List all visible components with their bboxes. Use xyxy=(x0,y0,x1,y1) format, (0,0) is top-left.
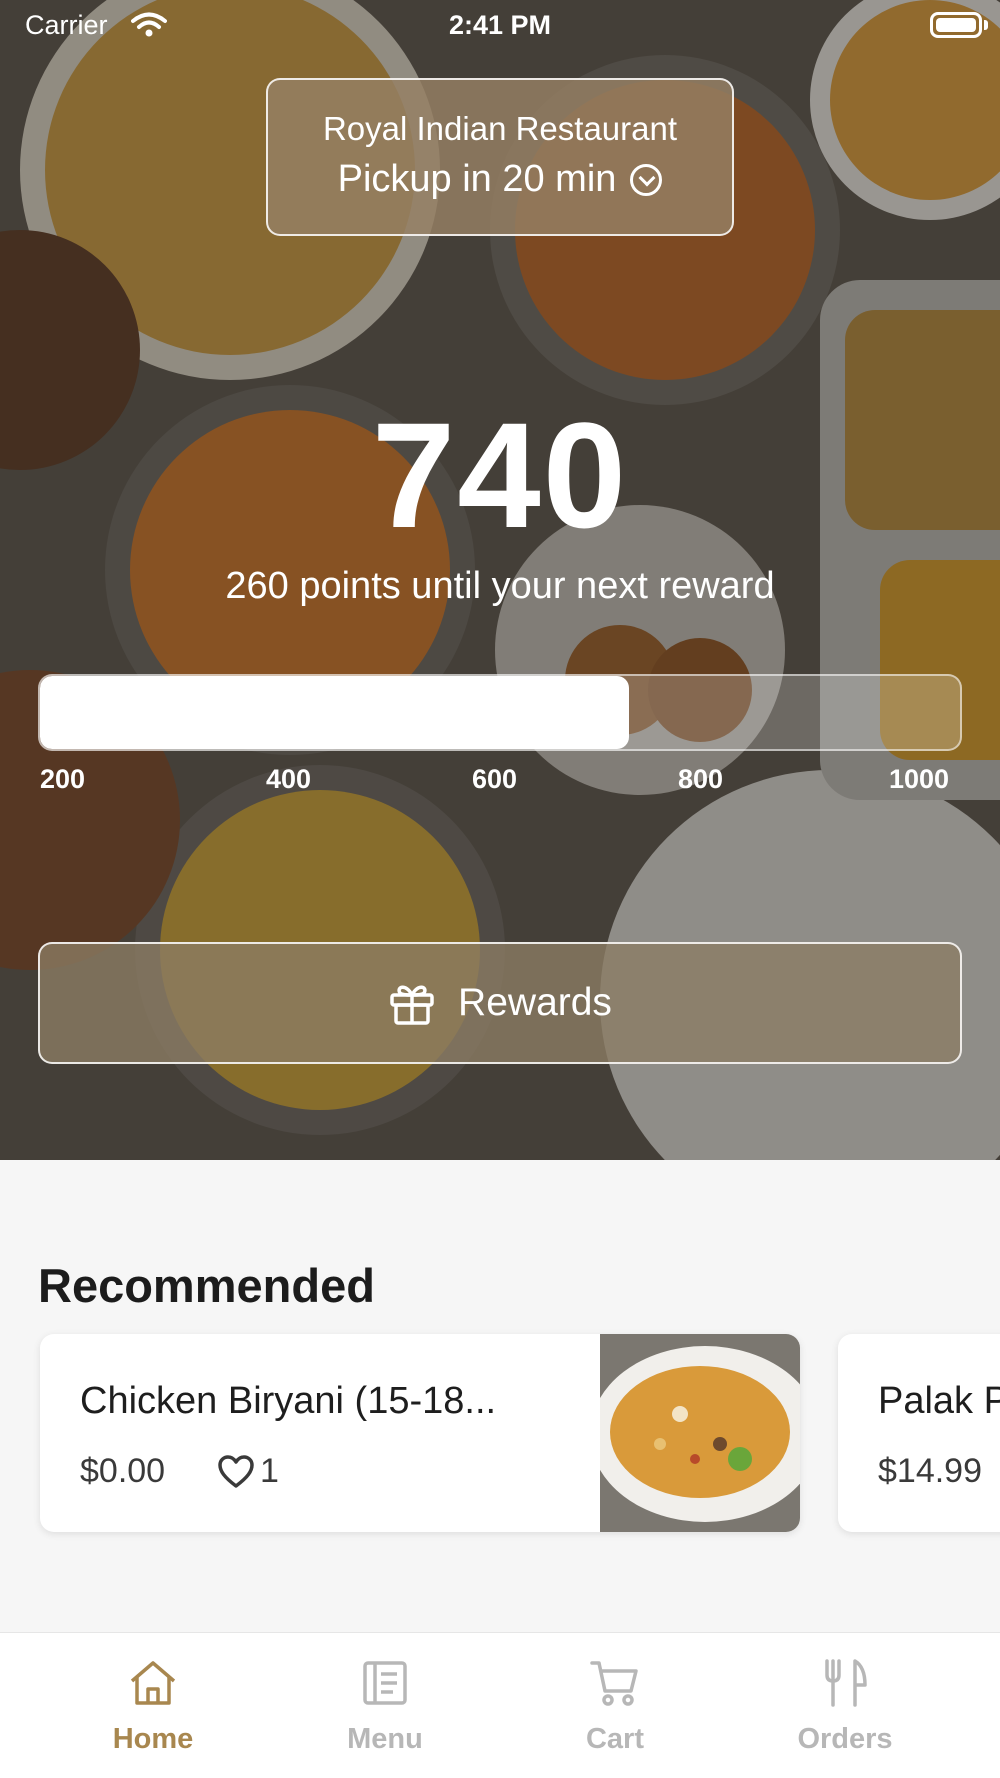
recommended-item-card[interactable]: Palak P $14.99 xyxy=(838,1334,1000,1532)
hero-banner: Carrier 2:41 PM Royal Indian Restaurant … xyxy=(0,0,1000,1160)
status-bar: Carrier 2:41 PM xyxy=(0,0,1000,52)
utensils-icon xyxy=(825,1659,867,1707)
progress-tick: 400 xyxy=(266,764,312,794)
item-thumbnail-image xyxy=(600,1334,800,1532)
tab-home-label: Home xyxy=(112,1723,194,1755)
heart-icon xyxy=(218,1454,254,1488)
item-price: $0.00 xyxy=(80,1452,166,1490)
recommended-heading: Recommended xyxy=(38,1259,375,1312)
rewards-progress-fill xyxy=(40,676,629,749)
home-icon xyxy=(130,1661,176,1705)
recommended-item-card[interactable]: Chicken Biryani (15-18... $0.00 1 xyxy=(40,1334,800,1532)
tab-menu[interactable]: Menu xyxy=(285,1633,485,1778)
bottom-tab-bar: Home Menu Cart Orders xyxy=(0,1632,1000,1778)
clock-time: 2:41 PM xyxy=(448,10,552,40)
like-button[interactable]: 1 xyxy=(218,1452,279,1491)
chevron-circle-icon xyxy=(630,163,663,196)
points-balance: 740 xyxy=(371,391,629,559)
tab-cart-label: Cart xyxy=(585,1723,644,1755)
rewards-progress-bar xyxy=(38,674,962,751)
tab-menu-label: Menu xyxy=(347,1723,423,1755)
rewards-button[interactable]: Rewards xyxy=(38,942,962,1064)
progress-tick: 800 xyxy=(678,764,724,794)
progress-tick: 1000 xyxy=(889,764,950,794)
progress-tick: 200 xyxy=(40,764,86,794)
rewards-button-label: Rewards xyxy=(458,981,612,1024)
tab-cart[interactable]: Cart xyxy=(515,1633,715,1778)
tab-home[interactable]: Home xyxy=(53,1633,253,1778)
points-remaining-caption: 260 points until your next reward xyxy=(225,565,775,607)
menu-icon xyxy=(363,1661,407,1705)
battery-tip xyxy=(984,20,988,30)
like-count: 1 xyxy=(260,1452,279,1490)
gift-icon xyxy=(390,985,434,1025)
cart-icon xyxy=(590,1661,638,1706)
item-name: Palak P xyxy=(878,1380,1000,1422)
battery-icon xyxy=(930,12,982,38)
location-selector[interactable]: Royal Indian Restaurant Pickup in 20 min xyxy=(266,78,734,236)
pickup-time-row: Pickup in 20 min xyxy=(268,158,732,201)
restaurant-name: Royal Indian Restaurant xyxy=(322,110,678,147)
item-name: Chicken Biryani (15-18... xyxy=(80,1380,497,1422)
progress-tick: 600 xyxy=(472,764,518,794)
pickup-time-label: Pickup in 20 min xyxy=(337,158,617,200)
tab-orders[interactable]: Orders xyxy=(745,1633,945,1778)
item-price: $14.99 xyxy=(878,1452,982,1490)
tab-orders-label: Orders xyxy=(797,1723,893,1755)
